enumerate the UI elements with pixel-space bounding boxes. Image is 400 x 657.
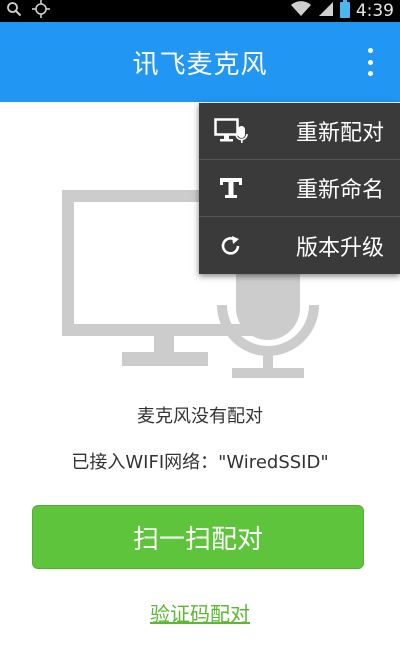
menu-item-label: 重新配对 [295,121,384,146]
code-pair-link[interactable]: 验证码配对 [0,598,400,627]
status-bar: 4:39 [0,0,400,22]
more-vertical-icon[interactable] [362,48,378,76]
wifi-status: 已接入WIFI网络："WiredSSID" [71,452,329,473]
signal-icon [318,1,334,21]
menu-item-upgrade[interactable]: 版本升级 [199,217,400,274]
overflow-menu: 重新配对 重新命名 版本升级 [199,103,400,274]
gps-icon [32,0,50,22]
menu-item-label: 版本升级 [295,235,384,261]
clock: 4:39 [355,1,394,21]
menu-item-repair[interactable]: 重新配对 [199,103,400,160]
app-title: 讯飞麦克风 [132,50,268,80]
pairing-status: 麦克风没有配对 [137,406,263,427]
menu-item-label: 重新命名 [295,178,384,203]
refresh-icon [199,217,263,274]
menu-item-rename[interactable]: 重新命名 [199,160,400,217]
wifi-icon [290,1,312,21]
scan-pair-button[interactable]: 扫一扫配对 [32,505,364,569]
search-icon [6,1,22,21]
monitor-mic-icon [199,103,263,160]
text-icon [199,160,263,217]
battery-icon [339,0,350,22]
app-bar: 讯飞麦克风 [0,22,400,102]
